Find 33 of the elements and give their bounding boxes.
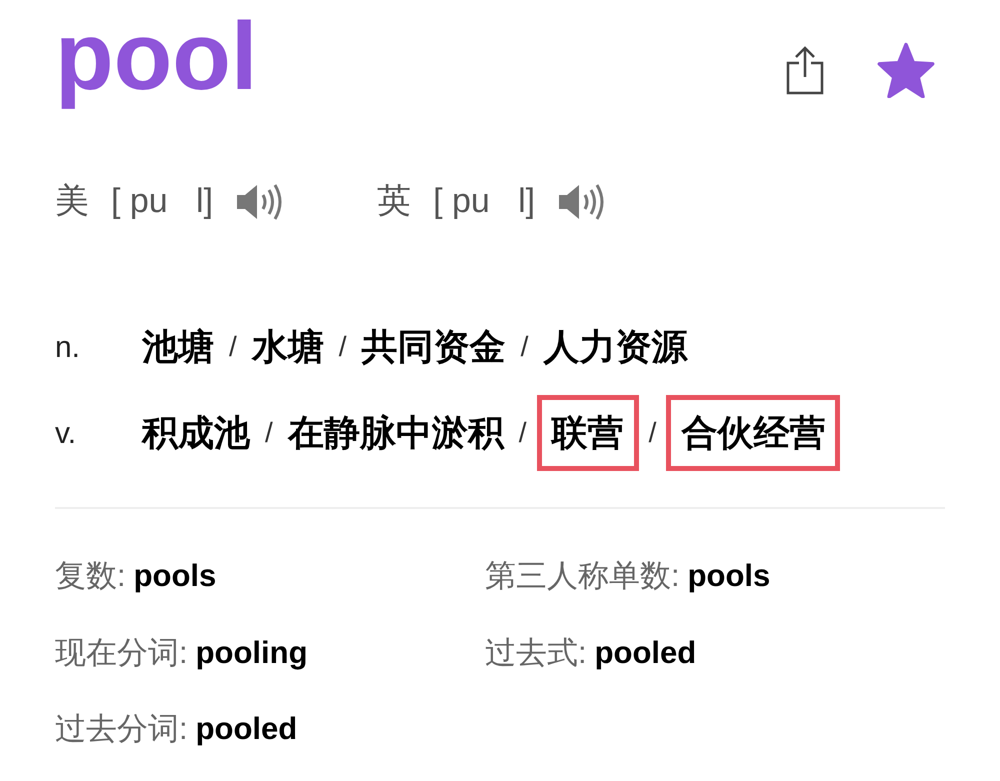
separator: / bbox=[264, 416, 274, 450]
separator: / bbox=[338, 330, 348, 364]
form-value: pooled bbox=[196, 710, 298, 748]
share-icon[interactable] bbox=[785, 45, 825, 95]
form-value: pooling bbox=[196, 634, 308, 672]
meaning: 积成池 bbox=[140, 411, 252, 455]
separator: / bbox=[520, 330, 530, 364]
star-icon[interactable] bbox=[877, 42, 935, 98]
form-label: 现在分词: bbox=[55, 634, 188, 672]
form-value: pools bbox=[134, 557, 216, 595]
part-of-speech: n. bbox=[55, 330, 82, 366]
meaning: 池塘 bbox=[140, 325, 215, 369]
form-value: pooled bbox=[594, 634, 696, 672]
form-value: pools bbox=[688, 557, 770, 595]
part-of-speech: v. bbox=[55, 416, 78, 452]
separator: / bbox=[648, 416, 658, 450]
separator: / bbox=[228, 330, 238, 364]
region-label: 美 bbox=[55, 181, 89, 222]
form-label: 复数: bbox=[55, 557, 126, 595]
form-label: 过去式: bbox=[485, 634, 587, 672]
meaning: 人力资源 bbox=[542, 325, 689, 369]
region-label: 英 bbox=[377, 181, 412, 222]
separator: / bbox=[518, 416, 528, 450]
phonetic: [ pu l] bbox=[111, 181, 214, 222]
phonetic: [ pu l] bbox=[433, 181, 536, 222]
meaning: 合伙经营 bbox=[666, 395, 840, 471]
form-label: 第三人称单数: bbox=[485, 557, 680, 595]
meaning: 在静脉中淤积 bbox=[286, 411, 506, 455]
headword: pool bbox=[55, 2, 258, 112]
meaning: 共同资金 bbox=[360, 325, 507, 369]
meaning: 联营 bbox=[536, 395, 639, 471]
meaning: 水塘 bbox=[250, 325, 325, 369]
form-label: 过去分词: bbox=[55, 710, 188, 748]
